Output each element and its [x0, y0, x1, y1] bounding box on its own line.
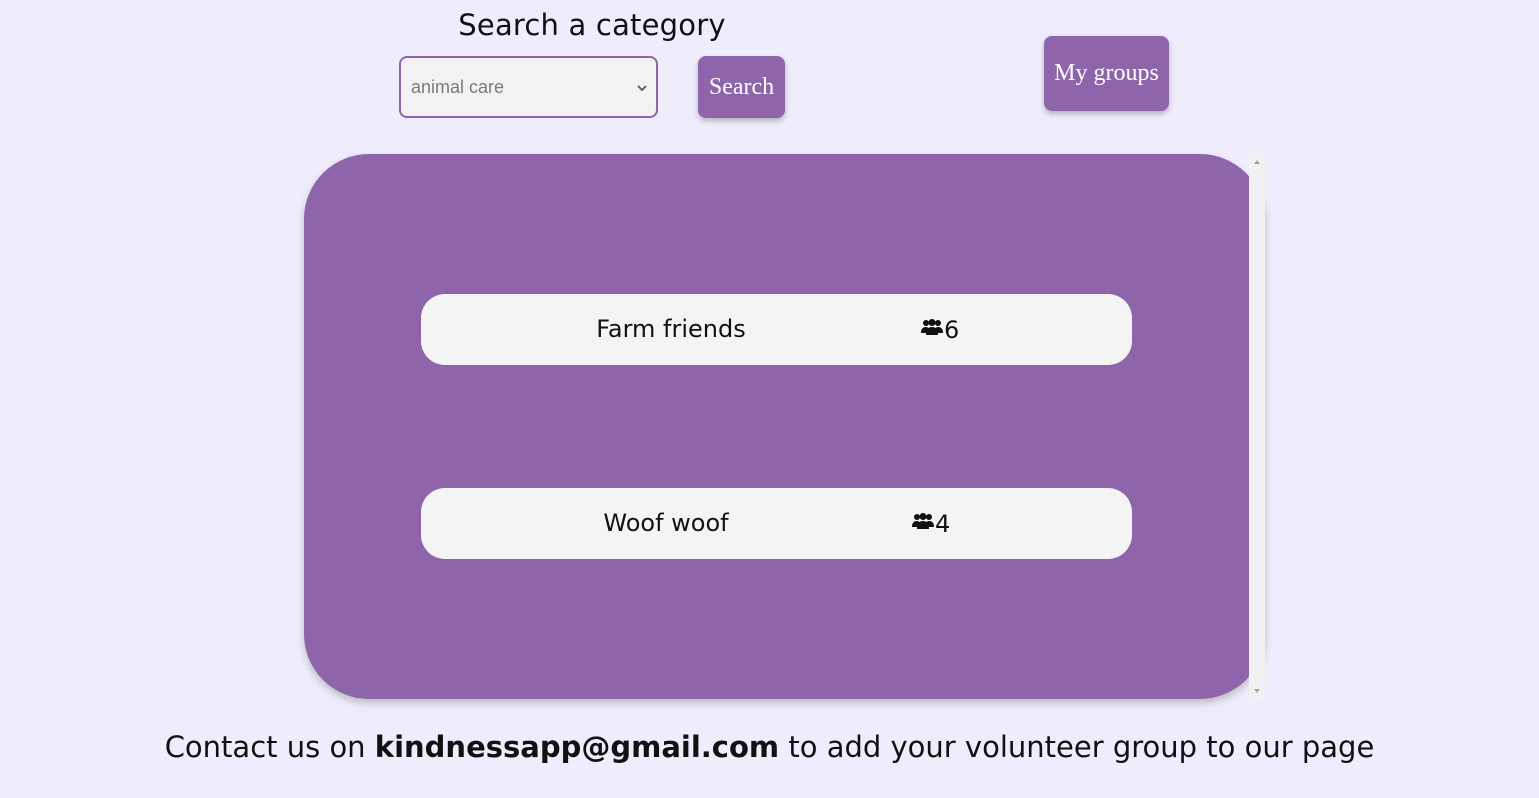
search-heading: Search a category — [458, 8, 726, 42]
people-icon — [921, 318, 943, 335]
group-members: 4 — [912, 488, 950, 559]
footer-suffix: to add your volunteer group to our page — [779, 730, 1375, 764]
group-members: 6 — [921, 294, 959, 365]
search-button[interactable]: Search — [698, 56, 785, 118]
people-icon — [912, 512, 934, 529]
contact-footer: Contact us on kindnessapp@gmail.com to a… — [0, 730, 1539, 764]
groups-list: Farm friends 6 Woof woof 4 — [304, 154, 1265, 699]
member-count: 4 — [935, 509, 951, 538]
member-count: 6 — [944, 315, 960, 344]
groups-panel: Farm friends 6 Woof woof 4 — [304, 154, 1265, 699]
scroll-down-icon[interactable] — [1253, 687, 1261, 695]
page: Search a category animal care Search My … — [0, 0, 1539, 798]
footer-prefix: Contact us on — [164, 730, 375, 764]
my-groups-button[interactable]: My groups — [1044, 36, 1169, 111]
contact-email: kindnessapp@gmail.com — [374, 730, 780, 764]
category-select-wrapper[interactable]: animal care — [399, 56, 658, 118]
scroll-up-icon[interactable] — [1253, 158, 1261, 166]
group-card[interactable]: Farm friends 6 — [421, 294, 1132, 365]
category-select[interactable]: animal care — [401, 58, 656, 116]
group-card[interactable]: Woof woof 4 — [421, 488, 1132, 559]
group-name: Farm friends — [596, 315, 746, 343]
groups-scrollbar[interactable] — [1249, 154, 1265, 699]
group-name: Woof woof — [603, 509, 729, 537]
